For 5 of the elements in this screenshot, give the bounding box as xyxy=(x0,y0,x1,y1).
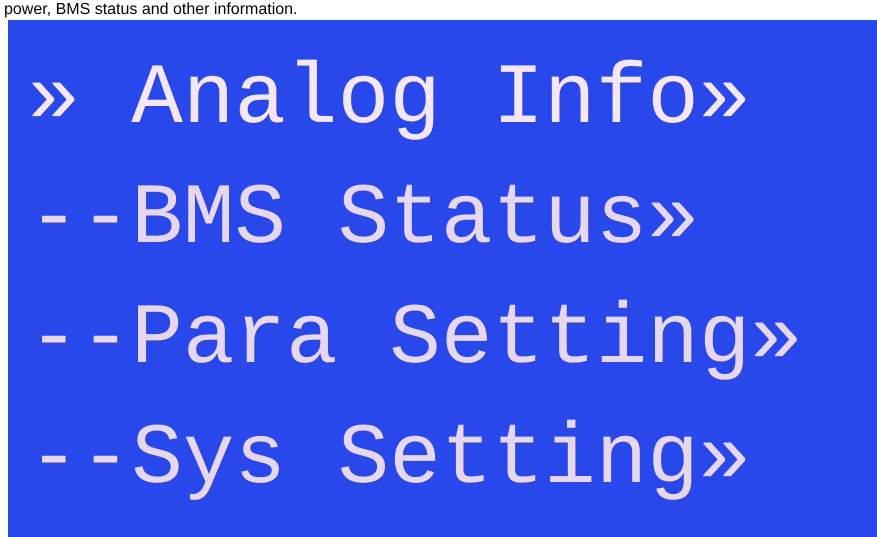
caption: power, BMS status and other information. xyxy=(3,0,298,20)
menu-item[interactable]: --BMS Status» xyxy=(28,162,857,274)
menu-item[interactable]: --Sys Setting» xyxy=(28,402,857,514)
menu-item[interactable]: » Analog Info» xyxy=(28,42,857,154)
menu-item[interactable]: --Para Setting» xyxy=(28,282,857,394)
